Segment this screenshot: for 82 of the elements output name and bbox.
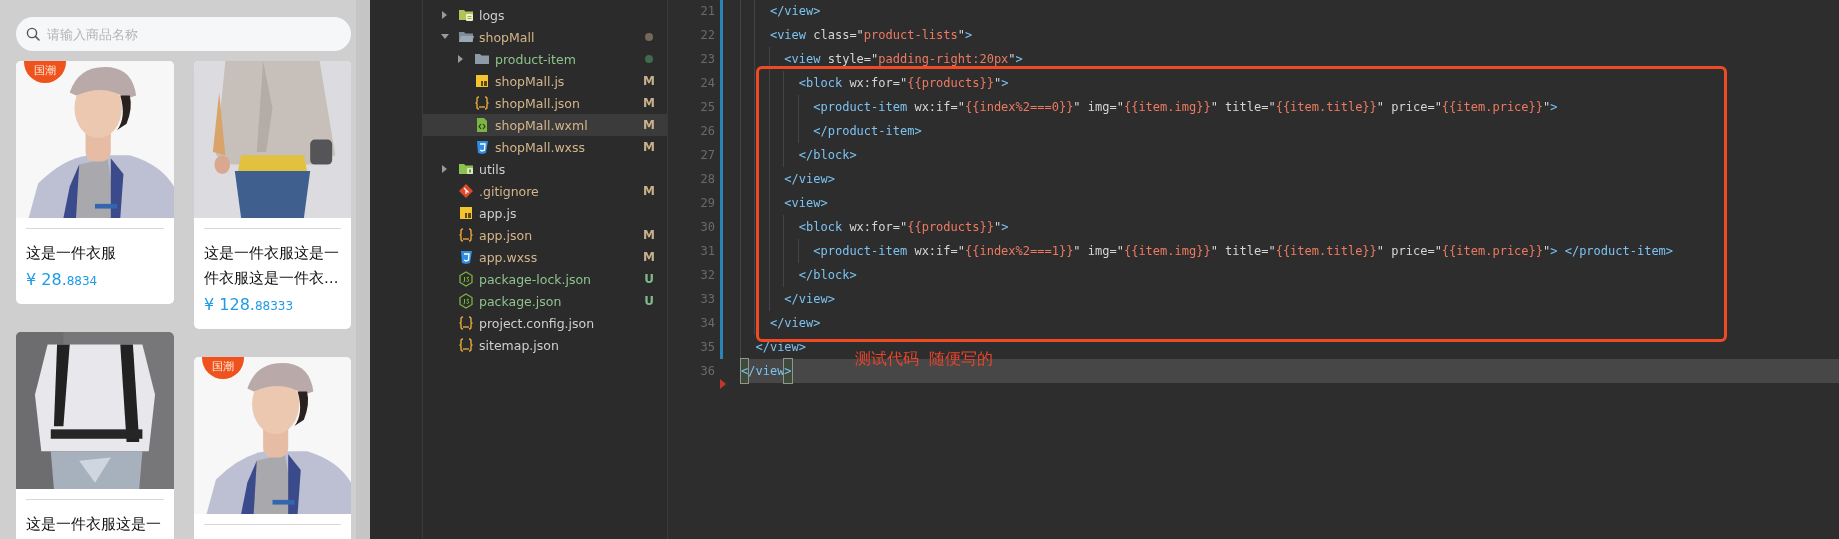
code-line: <product-item wx:if="{{index%2===0}}" img="{{item.img}}" title="{{item.title}}" price="{{item.price}}"> [741, 95, 1558, 119]
product-title: 这是一件衣服 [26, 244, 117, 263]
code-line: <view style="padding-right:20px"> [741, 47, 1023, 71]
status-letter: M [643, 250, 655, 264]
file-tree-item[interactable]: package.json U [423, 290, 667, 312]
line-number: 36 [699, 364, 715, 378]
js-file-icon [458, 205, 474, 221]
status-letter: M [643, 118, 655, 132]
code-line: </view> [741, 287, 835, 311]
line-number: 34 [699, 316, 715, 330]
line-number: 24 [699, 76, 715, 90]
hexagon-icon [458, 271, 474, 287]
file-tree-item[interactable]: project.config.json [423, 312, 667, 334]
folder-icon [458, 7, 474, 23]
code-line: </view> [741, 0, 821, 23]
file-tree-item[interactable]: shopMall.js M [423, 70, 667, 92]
line-number: 26 [699, 124, 715, 138]
line-number: 35 [699, 340, 715, 354]
code-line: <view> [741, 191, 828, 215]
line-number: 32 [699, 268, 715, 282]
line-number: 29 [699, 196, 715, 210]
status-letter: M [643, 96, 655, 110]
line-number: 21 [699, 4, 715, 18]
code-line: <product-item wx:if="{{index%2===1}}" img="{{item.img}}" title="{{item.title}}" price="{{item.price}}"> </product-item> [741, 239, 1674, 263]
code-line: <block wx:for="{{products}}"> [741, 215, 1009, 239]
file-tree-item[interactable]: logs [423, 4, 667, 26]
folder-icon [458, 29, 474, 45]
status-letter: M [643, 184, 655, 198]
product-card[interactable]: 国潮 这是一件衣服 ¥ 28.8834 [16, 61, 174, 304]
search-icon [26, 27, 40, 41]
product-price: ¥ 28.8834 [26, 269, 99, 291]
line-number: 22 [699, 28, 715, 42]
line-number: 28 [699, 172, 715, 186]
line-number: 30 [699, 220, 715, 234]
file-tree-item[interactable]: shopMall.wxss M [423, 136, 667, 158]
status-letter: U [643, 294, 655, 308]
product-title: 这是一件衣服这是一 [26, 515, 162, 534]
file-tree-item[interactable]: app.js [423, 202, 667, 224]
css-file-icon [474, 139, 490, 155]
status-letter: U [643, 272, 655, 286]
annotation-text: 测试代码 随便写的 [855, 349, 994, 369]
file-tree-item[interactable]: app.json M [423, 224, 667, 246]
code-line: <block wx:for="{{products}}"> [741, 71, 1009, 95]
file-tree-item[interactable]: sitemap.json [423, 334, 667, 356]
line-number: 33 [699, 292, 715, 306]
braces-icon [474, 95, 490, 111]
code-line: </view> [741, 167, 835, 191]
file-tree-item[interactable]: utils [423, 158, 667, 180]
code-line: <view class="product-lists"> [741, 23, 973, 47]
file-tree-item[interactable]: shopMall.wxml M [423, 114, 667, 136]
line-number: 27 [699, 148, 715, 162]
code-line: </block> [741, 143, 857, 167]
folder-icon [474, 51, 490, 67]
product-card[interactable]: 这是一件衣服这是一 [16, 332, 174, 539]
diamond-icon [458, 183, 474, 199]
code-file-icon [474, 117, 490, 133]
code-line: </view> [741, 311, 821, 335]
status-letter: M [643, 74, 655, 88]
status-letter: M [643, 228, 655, 242]
file-tree-item[interactable]: .gitignore M [423, 180, 667, 202]
file-tree-item[interactable]: product-item [423, 48, 667, 70]
braces-icon [458, 315, 474, 331]
folder-icon [458, 161, 474, 177]
line-number: 31 [699, 244, 715, 258]
line-number: 23 [699, 52, 715, 66]
css-file-icon [458, 249, 474, 265]
search-field[interactable]: 请输入商品名称 [16, 17, 351, 51]
file-tree-item[interactable]: shopMall.json M [423, 92, 667, 114]
line-number: 25 [699, 100, 715, 114]
hexagon-icon [458, 293, 474, 309]
braces-icon [458, 227, 474, 243]
file-tree-item[interactable]: package-lock.json U [423, 268, 667, 290]
product-card[interactable]: 这是一件衣服这是一件衣服这是一件衣… ¥ 128.88333 [194, 61, 351, 329]
file-tree-item[interactable]: shopMall [423, 26, 667, 48]
code-line: </product-item> [741, 119, 922, 143]
product-title: 这是一件衣服这是一件衣服这是一件衣… [204, 244, 340, 288]
braces-icon [458, 337, 474, 353]
file-tree-item[interactable]: app.wxss M [423, 246, 667, 268]
code-line: </block> [741, 263, 857, 287]
status-letter: M [643, 140, 655, 154]
js-file-icon [474, 73, 490, 89]
product-price: ¥ 128.88333 [204, 294, 295, 316]
